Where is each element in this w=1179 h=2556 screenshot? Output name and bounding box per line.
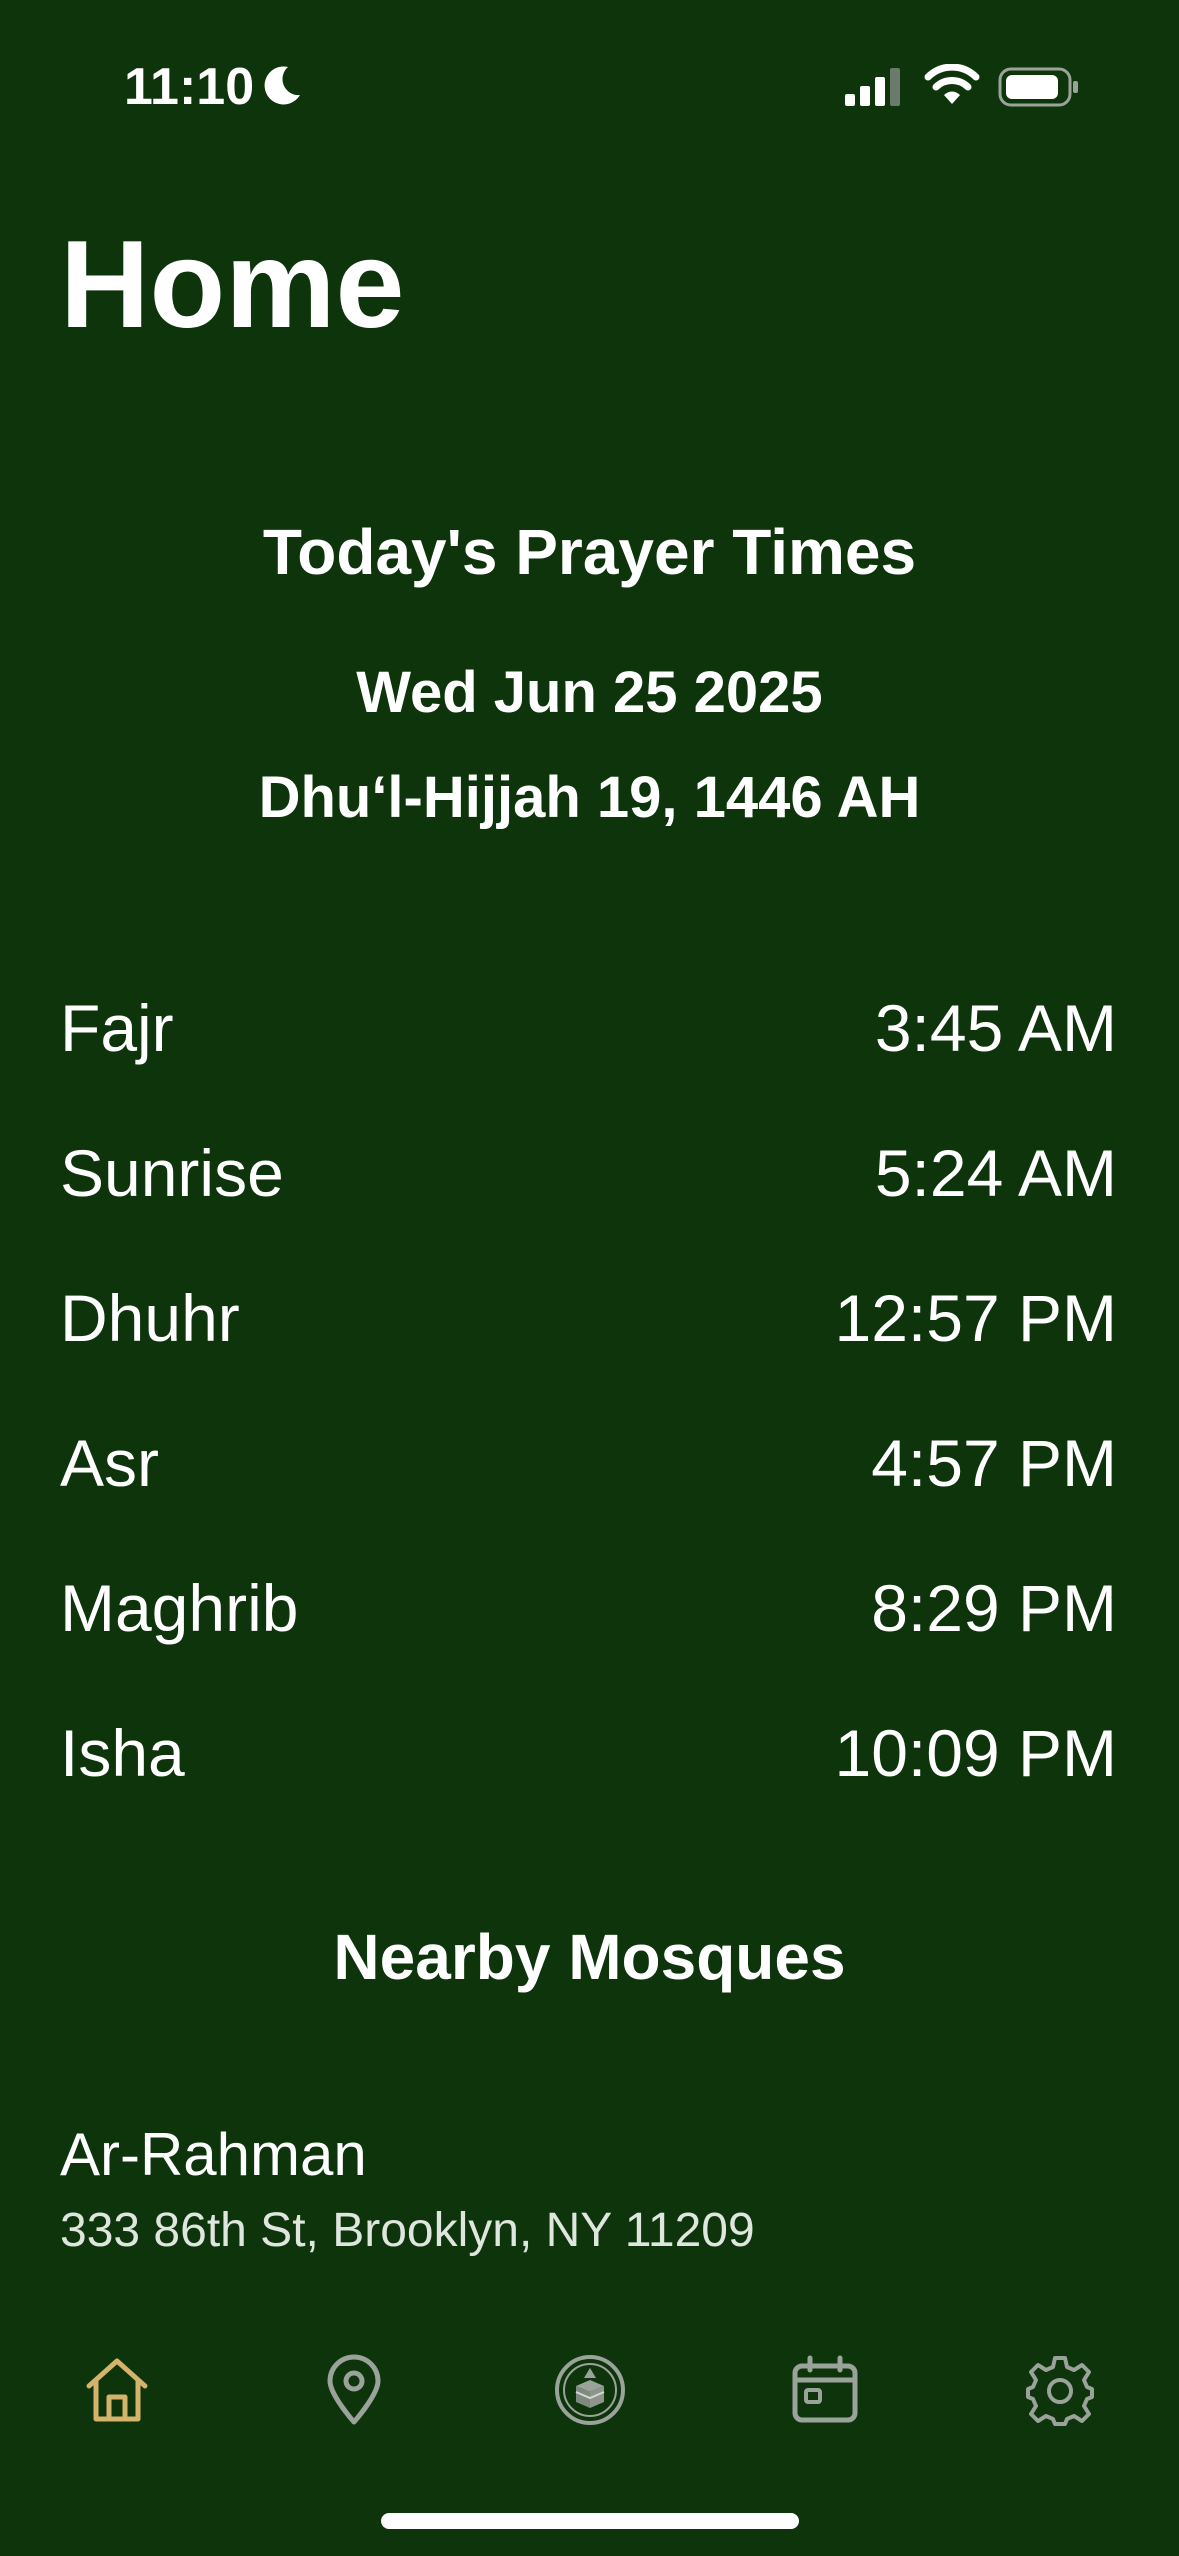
page-title: Home [60,216,405,354]
qibla-kaaba-icon [555,2355,625,2425]
hijri-date: Dhuʻl-Hijjah 19, 1446 AH [258,765,921,830]
wifi-icon [924,64,980,104]
tab-calendar[interactable] [765,2330,885,2450]
prayer-row-maghrib: Maghrib 8:29 PM [60,1535,1117,1680]
prayer-time: 4:57 PM [871,1425,1117,1500]
location-pin-icon [327,2354,381,2425]
prayer-name: Fajr [60,990,174,1065]
gear-icon [1026,2356,1094,2426]
mosque-name: Ar-Rahman [60,2121,367,2188]
mosque-list-item[interactable]: Ar-Rahman 333 86th St, Brooklyn, NY 1120… [60,2115,1117,2263]
battery-icon [998,67,1078,107]
prayer-row-asr: Asr 4:57 PM [60,1390,1117,1535]
moon-icon [264,66,300,105]
home-screen: 11:10 Home Today's Prayer Times Wed Jun … [0,0,1179,2556]
tab-location[interactable] [294,2330,414,2450]
prayer-times-heading: Today's Prayer Times [262,516,917,588]
prayer-row-dhuhr: Dhuhr 12:57 PM [60,1245,1117,1390]
prayer-time: 5:24 AM [874,1135,1117,1210]
prayer-row-fajr: Fajr 3:45 AM [60,955,1117,1100]
home-icon [86,2358,148,2422]
calendar-icon [792,2355,858,2423]
prayer-time: 12:57 PM [834,1280,1118,1355]
gregorian-date: Wed Jun 25 2025 [356,660,823,725]
status-bar: 11:10 [0,0,1179,170]
prayer-row-isha: Isha 10:09 PM [60,1680,1117,1825]
prayer-name: Asr [60,1425,159,1500]
status-time: 11:10 [124,58,255,116]
prayer-name: Isha [60,1715,185,1790]
prayer-times-list: Fajr 3:45 AM Sunrise 5:24 AM Dhuhr 12:57… [60,955,1117,1825]
prayer-time: 10:09 PM [834,1715,1118,1790]
nearby-mosques-heading: Nearby Mosques [333,1921,846,1993]
prayer-name: Maghrib [60,1570,299,1645]
prayer-name: Sunrise [60,1135,284,1210]
prayer-time: 3:45 AM [874,990,1117,1065]
home-indicator[interactable] [381,2513,799,2529]
prayer-row-sunrise: Sunrise 5:24 AM [60,1100,1117,1245]
tab-home[interactable] [57,2330,177,2450]
cellular-signal-icon [845,68,900,106]
prayer-time: 8:29 PM [871,1570,1117,1645]
tab-qibla[interactable] [530,2330,650,2450]
tab-settings[interactable] [1000,2330,1120,2450]
mosque-address: 333 86th St, Brooklyn, NY 11209 [60,2204,755,2257]
prayer-name: Dhuhr [60,1280,240,1355]
